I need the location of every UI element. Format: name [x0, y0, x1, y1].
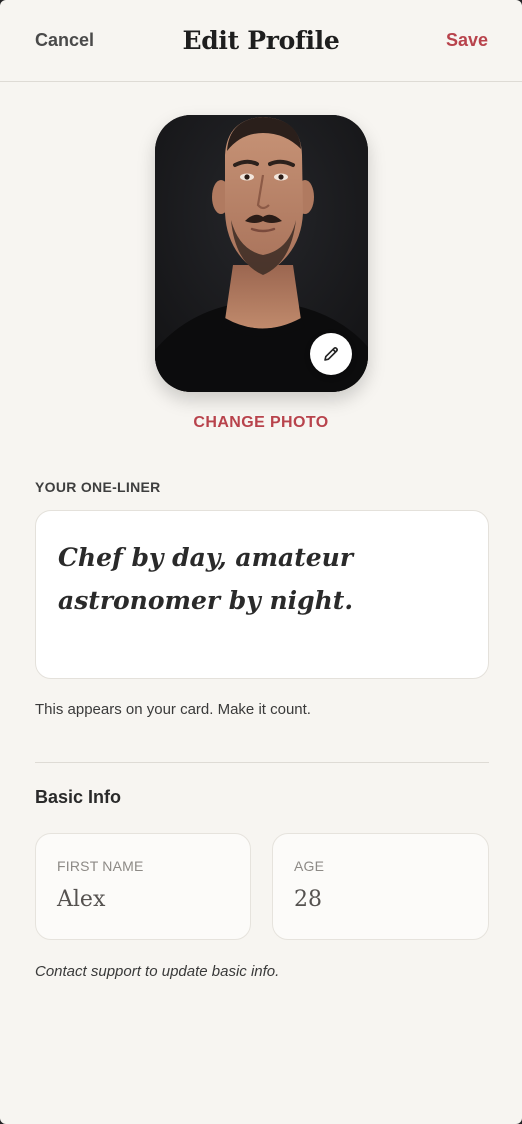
pencil-icon [324, 347, 338, 361]
one-liner-label: YOUR ONE-LINER [35, 479, 161, 495]
first-name-label: FIRST NAME [57, 858, 144, 874]
first-name-value: Alex [57, 887, 106, 912]
age-field: AGE 28 [272, 833, 489, 940]
change-photo-button[interactable]: CHANGE PHOTO [0, 414, 522, 432]
save-button[interactable]: Save [446, 30, 488, 51]
one-liner-value: Chef by day, amateur astronomer by night… [58, 543, 354, 615]
age-label: AGE [294, 858, 325, 874]
header-bar: Cancel Edit Profile Save [0, 0, 522, 82]
one-liner-helper-text: This appears on your card. Make it count… [35, 701, 311, 718]
first-name-field: FIRST NAME Alex [35, 833, 251, 940]
page-title: Edit Profile [182, 26, 340, 55]
age-value: 28 [294, 887, 322, 912]
basic-info-note: Contact support to update basic info. [35, 963, 280, 980]
one-liner-input[interactable]: Chef by day, amateur astronomer by night… [35, 510, 489, 679]
edit-profile-screen: Cancel Edit Profile Save CHANGE PHOTO YO… [0, 0, 522, 1124]
edit-photo-button[interactable] [310, 333, 352, 375]
basic-info-heading: Basic Info [35, 787, 122, 807]
section-divider [35, 762, 489, 763]
